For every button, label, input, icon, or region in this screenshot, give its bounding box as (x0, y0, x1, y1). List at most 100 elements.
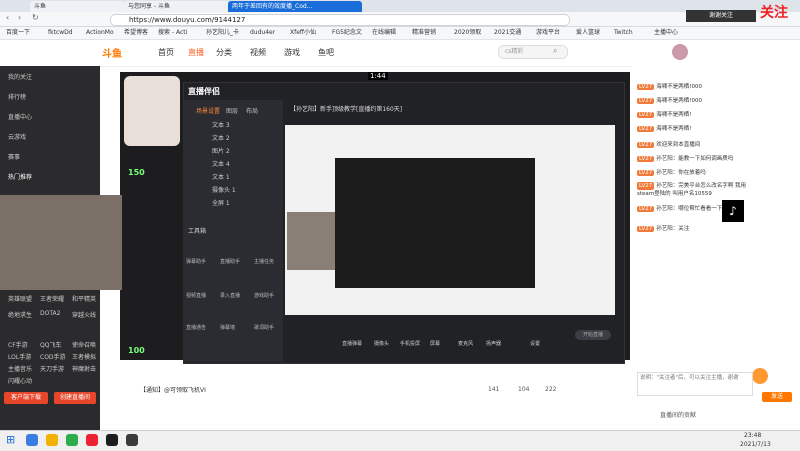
tool-3[interactable]: 主播任务 (254, 258, 274, 265)
scene-item-6[interactable]: 摄像头 1 (212, 185, 236, 194)
sidebar-item-follow[interactable]: 我的关注 (8, 72, 32, 81)
bookmark-3[interactable]: ActionMo (86, 28, 114, 38)
nav-yuba[interactable]: 鱼吧 (318, 47, 334, 58)
tool-4[interactable]: 视频直播 (186, 292, 206, 299)
scene-item-4[interactable]: 文本 4 (212, 159, 230, 168)
tab-2[interactable]: 与您同享 - 斗鱼 (124, 1, 228, 12)
nav-video[interactable]: 视频 (250, 47, 266, 58)
search-input[interactable]: cs精彩 (498, 45, 568, 59)
follow-overlay: 关注 (760, 5, 788, 21)
tab-layer[interactable]: 图层 (226, 106, 238, 115)
nav-category[interactable]: 分类 (216, 47, 232, 58)
bookmark-10[interactable]: 在线编辑 (372, 28, 396, 38)
bookmark-7[interactable]: dudu4er (250, 28, 275, 38)
sidebar-game-16[interactable]: 闪耀心动 (8, 376, 32, 385)
download-client-button[interactable]: 客户端下载 (4, 392, 48, 404)
search-icon[interactable]: ⌕ (553, 46, 557, 56)
bookmark-6[interactable]: 孙艺阳儿_卡 (206, 28, 239, 38)
bookmark-9[interactable]: FG5纪念文 (332, 28, 362, 38)
overlay-banner: 谢谢关注 (686, 10, 756, 22)
sidebar-item-match[interactable]: 赛事 (8, 152, 20, 161)
sidebar-game-9[interactable]: 使命召唤 (72, 340, 96, 349)
sidebar-game-2[interactable]: 王者荣耀 (40, 294, 64, 303)
tab-scene[interactable]: 场景设置 (196, 106, 220, 115)
bottom-phone[interactable]: 手机投屏 (400, 340, 420, 347)
scene-item-7[interactable]: 全屏 1 (212, 198, 230, 207)
bookmark-14[interactable]: 游戏平台 (536, 28, 560, 38)
sidebar-game-11[interactable]: COD手游 (40, 352, 66, 361)
bookmark-13[interactable]: 2021交通 (494, 28, 521, 38)
sidebar-game-3[interactable]: 和平精英 (72, 294, 96, 303)
chat-input[interactable]: 说明："关注者"后，可以关注主播，谢谢 (637, 372, 753, 396)
bottom-speaker[interactable]: 扬声器 (486, 340, 501, 347)
sidebar-game-8[interactable]: QQ飞车 (40, 340, 61, 349)
nav-live[interactable]: 直播 (188, 47, 204, 58)
sidebar-game-15[interactable]: 神魔射击 (72, 364, 96, 373)
site-logo[interactable]: 斗鱼 (102, 45, 122, 60)
tool-1[interactable]: 弹幕助手 (186, 258, 206, 265)
folder-icon[interactable] (46, 434, 58, 446)
app-icon[interactable] (126, 434, 138, 446)
back-icon[interactable]: ‹ (6, 13, 9, 22)
toolbox-label: 工具箱 (188, 228, 207, 235)
stat-2: 104 (518, 386, 530, 393)
bottom-mic[interactable]: 麦克风 (458, 340, 473, 347)
chat-line-10: LV27 孙艺阳：关注 (637, 224, 689, 232)
tool-6[interactable]: 游戏助手 (254, 292, 274, 299)
taskbar-app-icon[interactable] (26, 434, 38, 446)
tab-layout[interactable]: 布局 (246, 106, 258, 115)
avatar[interactable] (672, 44, 688, 60)
netease-icon[interactable] (86, 434, 98, 446)
scene-item-2[interactable]: 文本 2 (212, 133, 230, 142)
bookmark-12[interactable]: 2020领取 (454, 28, 481, 38)
bookmark-1[interactable]: 百度一下 (6, 28, 30, 38)
bottom-camera[interactable]: 摄像头 (374, 340, 389, 347)
bottom-screen[interactable]: 屏幕 (430, 340, 440, 347)
bookmark-11[interactable]: 精准营销 (412, 28, 436, 38)
sidebar-item-cloud[interactable]: 云游戏 (8, 132, 26, 141)
sidebar-game-5[interactable]: DOTA2 (40, 310, 60, 317)
bookmark-16[interactable]: Twitch (614, 28, 633, 38)
tool-9[interactable]: 歌词助手 (254, 324, 274, 331)
bookmarks-bar: 百度一下 fktcwDd ActionMo 希望博客 搜索 - Acti 孙艺阳… (0, 27, 800, 40)
gift-icon[interactable] (752, 368, 768, 384)
bookmark-15[interactable]: 爱人篮球 (576, 28, 600, 38)
bookmark-5[interactable]: 搜索 - Acti (158, 28, 187, 38)
tool-5[interactable]: 录入直播 (220, 292, 240, 299)
scene-item-3[interactable]: 图片 2 (212, 146, 230, 155)
bookmark-4[interactable]: 希望博客 (124, 28, 148, 38)
tool-7[interactable]: 直播通告 (186, 324, 206, 331)
reload-icon[interactable]: ↻ (32, 13, 39, 22)
nav-game[interactable]: 游戏 (284, 47, 300, 58)
sidebar-game-14[interactable]: 天刀手游 (40, 364, 64, 373)
tool-2[interactable]: 直播助手 (220, 258, 240, 265)
sidebar-game-13[interactable]: 主播音乐 (8, 364, 32, 373)
forward-icon[interactable]: › (18, 13, 21, 22)
bottom-danmu[interactable]: 直播弹幕 (342, 340, 362, 347)
tab-1[interactable]: 斗鱼 (30, 1, 124, 12)
url-input[interactable]: https://www.douyu.com/9144127 (110, 14, 570, 26)
sidebar-game-6[interactable]: 穿越火线 (72, 310, 96, 319)
create-room-button[interactable]: 创建直播间 (54, 392, 96, 404)
start-stream-button[interactable]: 开始直播 (575, 330, 611, 340)
tab-active[interactable]: 两年于差回有的效度播_Cod... (228, 1, 362, 12)
windows-start-icon[interactable]: ⊞ (6, 433, 15, 446)
bookmark-2[interactable]: fktcwDd (48, 28, 73, 38)
sidebar-item-rank[interactable]: 排行榜 (8, 92, 26, 101)
bottom-settings[interactable]: 设置 (530, 340, 540, 347)
bookmark-17[interactable]: 主播中心 (654, 28, 678, 38)
sidebar-game-12[interactable]: 王者模拟 (72, 352, 96, 361)
wechat-icon[interactable] (66, 434, 78, 446)
scene-item-1[interactable]: 文本 3 (212, 120, 230, 129)
sidebar-game-7[interactable]: CF手游 (8, 340, 28, 349)
steam-icon[interactable] (106, 434, 118, 446)
sidebar-item-center[interactable]: 直播中心 (8, 112, 32, 121)
bookmark-8[interactable]: Xfeff小仙 (290, 28, 316, 38)
sidebar-game-4[interactable]: 绝地求生 (8, 310, 32, 319)
scene-item-5[interactable]: 文本 1 (212, 172, 230, 181)
sidebar-game-1[interactable]: 英雄联盟 (8, 294, 32, 303)
send-button[interactable]: 发送 (762, 392, 792, 402)
nav-home[interactable]: 首页 (158, 47, 174, 58)
tool-8[interactable]: 弹幕墙 (220, 324, 235, 331)
sidebar-game-10[interactable]: LOL手游 (8, 352, 31, 361)
